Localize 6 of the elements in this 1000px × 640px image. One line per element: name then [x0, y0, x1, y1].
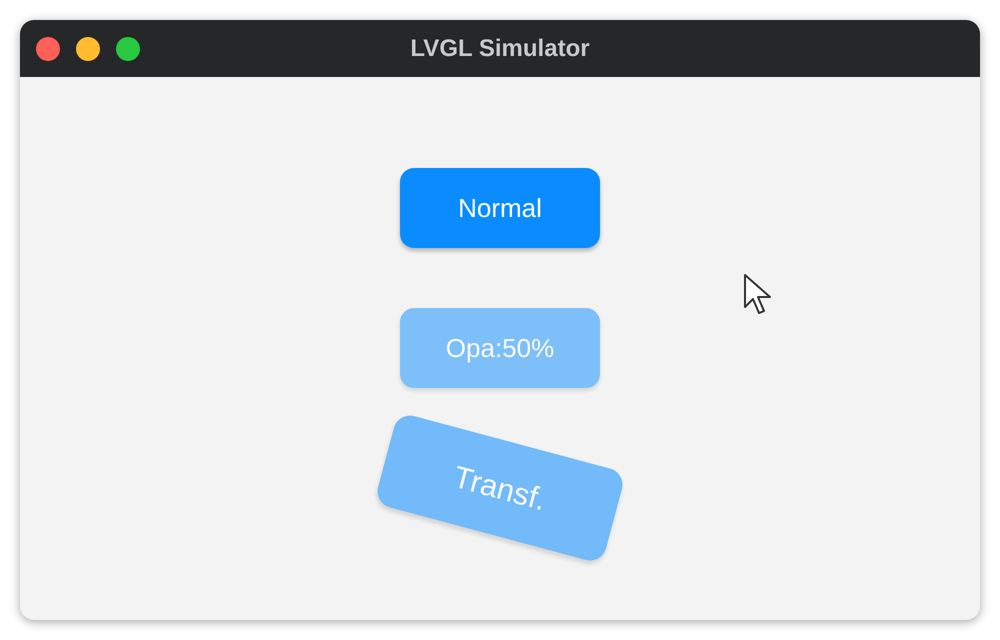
close-window-button[interactable]: [36, 36, 60, 60]
maximize-window-button[interactable]: [116, 36, 140, 60]
lvgl-button[interactable]: Normal: [400, 168, 600, 248]
minimize-window-button[interactable]: [76, 36, 100, 60]
mouse-pointer-icon: [743, 273, 773, 315]
window-title: LVGL Simulator: [410, 34, 590, 64]
